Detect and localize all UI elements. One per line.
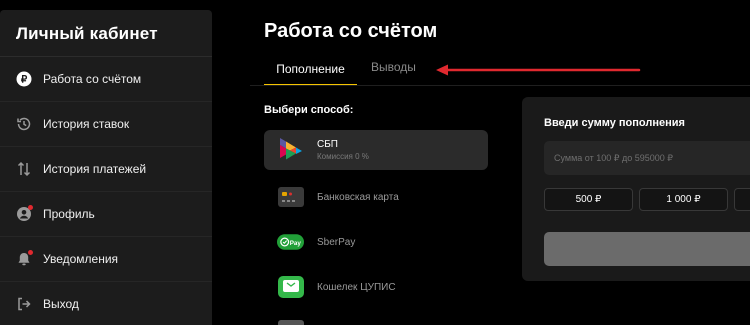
tab-withdrawals[interactable]: Выводы xyxy=(371,60,416,74)
amount-chip-more[interactable] xyxy=(734,188,750,211)
transfer-arrows-icon xyxy=(16,161,32,177)
logout-icon xyxy=(16,296,32,312)
method-commission: Комиссия 0 % xyxy=(317,152,369,161)
amount-input[interactable]: Сумма от 100 ₽ до 595000 ₽ xyxy=(544,141,750,175)
method-cupis-wallet[interactable]: Кошелек ЦУПИС xyxy=(264,267,488,307)
choose-method-label: Выбери способ: xyxy=(264,104,354,116)
notification-dot xyxy=(28,250,33,255)
wallet-icon xyxy=(277,275,304,299)
svg-text:Pay: Pay xyxy=(290,240,302,247)
sbp-logo-icon xyxy=(277,138,304,162)
sidebar-item-label: Уведомления xyxy=(43,252,119,266)
page-title: Работа со счётом xyxy=(264,20,438,42)
method-name: Банковская карта xyxy=(317,191,399,203)
sidebar: Личный кабинет ₽ Работа со счётом Истори… xyxy=(0,10,212,325)
method-name: СБП xyxy=(317,139,338,150)
sidebar-item-label: История платежей xyxy=(43,162,147,176)
sberpay-logo-icon: Pay xyxy=(277,230,304,254)
tabs-divider xyxy=(250,85,750,86)
sidebar-item-notifications[interactable]: Уведомления xyxy=(0,237,212,281)
sidebar-title: Личный кабинет xyxy=(16,24,158,43)
method-name: SberPay xyxy=(317,236,356,248)
user-icon xyxy=(16,205,33,222)
amount-chip-1000[interactable]: 1 000 ₽ xyxy=(639,188,728,211)
method-name: Кошелек ЦУПИС xyxy=(317,281,396,293)
submit-button[interactable] xyxy=(544,232,750,266)
sidebar-item-label: Выход xyxy=(43,297,79,311)
amount-title: Введи сумму пополнения xyxy=(544,117,685,129)
sidebar-item-payment-history[interactable]: История платежей xyxy=(0,147,212,191)
svg-text:₽: ₽ xyxy=(21,75,28,86)
bell-icon xyxy=(16,250,33,267)
amount-chip-500[interactable]: 500 ₽ xyxy=(544,188,633,211)
card-icon xyxy=(277,312,304,325)
sidebar-item-logout[interactable]: Выход xyxy=(0,282,212,325)
history-icon xyxy=(16,116,32,132)
amount-panel: Введи сумму пополнения Сумма от 100 ₽ до… xyxy=(522,97,750,281)
method-partial[interactable] xyxy=(264,312,488,325)
sidebar-item-label: История ставок xyxy=(43,117,130,131)
tab-deposit[interactable]: Пополнение xyxy=(264,60,357,86)
method-sberpay[interactable]: Pay SberPay xyxy=(264,222,488,262)
sidebar-item-label: Профиль xyxy=(43,207,95,221)
method-sbp[interactable]: СБП Комиссия 0 % xyxy=(264,130,488,170)
sidebar-item-profile[interactable]: Профиль xyxy=(0,192,212,236)
sidebar-item-account[interactable]: ₽ Работа со счётом xyxy=(0,57,212,101)
method-bank-card[interactable]: Банковская карта xyxy=(264,177,488,217)
notification-dot xyxy=(28,205,33,210)
annotation-arrow-icon xyxy=(436,64,641,76)
sidebar-item-label: Работа со счётом xyxy=(43,72,142,86)
sidebar-item-bet-history[interactable]: История ставок xyxy=(0,102,212,146)
ruble-coin-icon: ₽ xyxy=(16,71,32,87)
bank-card-icon xyxy=(277,185,304,209)
